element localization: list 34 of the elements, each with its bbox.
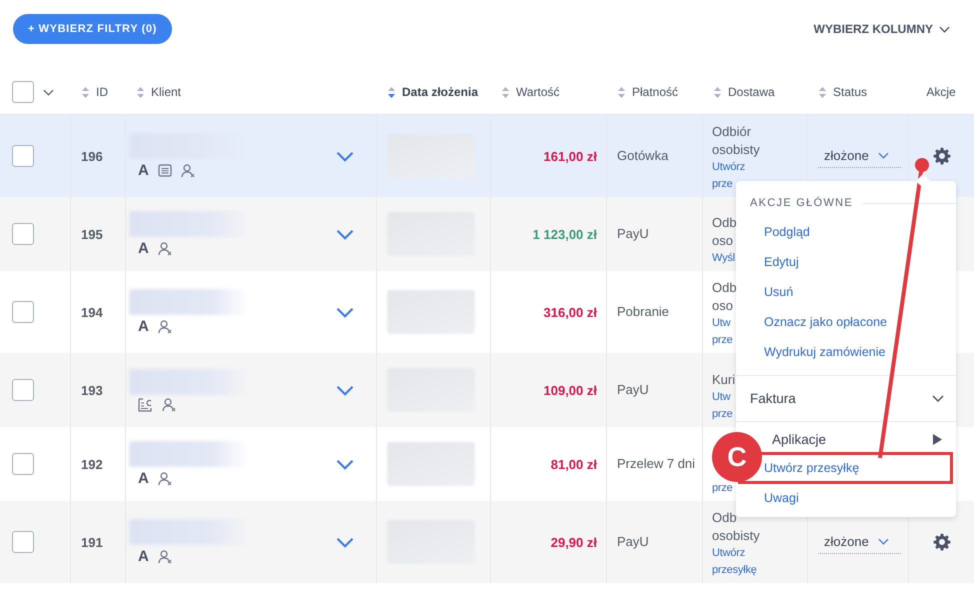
- delivery-method: oso: [712, 232, 733, 250]
- order-value: 161,00 zł: [544, 148, 597, 164]
- delivery-method: Odb: [712, 214, 737, 232]
- payment-method: Pobranie: [617, 303, 670, 321]
- delivery-method: osobisty: [712, 141, 760, 159]
- delivery-method: Odbiór: [712, 123, 752, 141]
- order-value: 316,00 zł: [544, 304, 597, 320]
- client-type-letter: A: [138, 318, 149, 335]
- order-id: 191: [81, 534, 103, 550]
- order-value: 29,90 zł: [550, 534, 597, 550]
- client-type-letter: A: [138, 162, 149, 179]
- client-type-letter: A: [138, 470, 149, 487]
- order-value: 109,00 zł: [544, 382, 597, 398]
- payment-method: Przelew 7 dni: [617, 455, 696, 473]
- order-id: 192: [81, 456, 103, 472]
- menu-section-heading: AKCJE GŁÓWNE: [750, 197, 854, 209]
- delivery-method: Kuri: [712, 371, 736, 389]
- payment-method: PayU: [617, 381, 649, 399]
- delivery-method: osobisty: [712, 527, 760, 545]
- column-header: Akcje: [926, 85, 956, 99]
- order-id: 194: [81, 304, 103, 320]
- order-value: 1 123,00 zł: [532, 226, 597, 242]
- order-id: 195: [81, 226, 103, 242]
- delivery-method: Odb: [712, 279, 737, 297]
- order-id: 196: [81, 148, 103, 164]
- order-value: 81,00 zł: [550, 456, 597, 472]
- payment-method: PayU: [617, 225, 649, 243]
- client-type-letter: A: [138, 240, 149, 257]
- payment-method: PayU: [617, 533, 649, 551]
- delivery-method: oso: [712, 297, 733, 315]
- delivery-method: Odb: [712, 509, 737, 527]
- client-type-letter: A: [138, 548, 149, 565]
- order-id: 193: [81, 382, 103, 398]
- payment-method: Gotówka: [617, 147, 668, 165]
